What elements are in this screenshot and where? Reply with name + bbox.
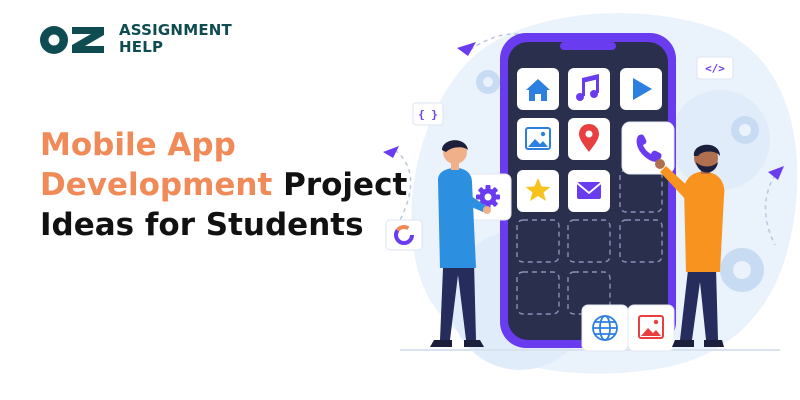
title-line-2: Development Project: [40, 165, 407, 205]
gear-icon: [720, 248, 764, 292]
app-tile-play: [620, 68, 662, 110]
title-line-1: Mobile App: [40, 125, 400, 165]
app-tile-home: [517, 68, 559, 110]
app-tile-globe: [581, 304, 629, 352]
title-line-3: Ideas for Students: [40, 207, 364, 243]
logo-wordmark: ASSIGNMENT HELP: [119, 22, 232, 56]
code-tag-brackets: </>: [705, 62, 725, 75]
app-tile-gallery: [627, 304, 675, 352]
gear-icon: [476, 70, 500, 94]
mail-icon: [577, 182, 601, 199]
oz-logo-mark: [40, 26, 104, 54]
logo-line-2: HELP: [119, 38, 164, 56]
page-title: Mobile App Development Project Ideas for…: [40, 125, 407, 245]
title-highlight-1: Mobile App: [40, 127, 236, 163]
app-tile-mail: [568, 170, 610, 212]
app-tile-image: [517, 118, 559, 160]
app-tile-location: [568, 118, 610, 160]
paper-plane-icon: [457, 42, 476, 56]
hero-illustration: </> { }: [383, 13, 798, 374]
brand-logo: ASSIGNMENT HELP: [38, 22, 248, 62]
app-tile-star: [517, 170, 559, 212]
app-tile-music: [568, 68, 610, 110]
title-highlight-2: Development: [40, 167, 273, 203]
gear-icon: [731, 116, 759, 144]
logo-line-1: ASSIGNMENT: [119, 21, 232, 39]
code-tag-braces: { }: [418, 108, 438, 121]
